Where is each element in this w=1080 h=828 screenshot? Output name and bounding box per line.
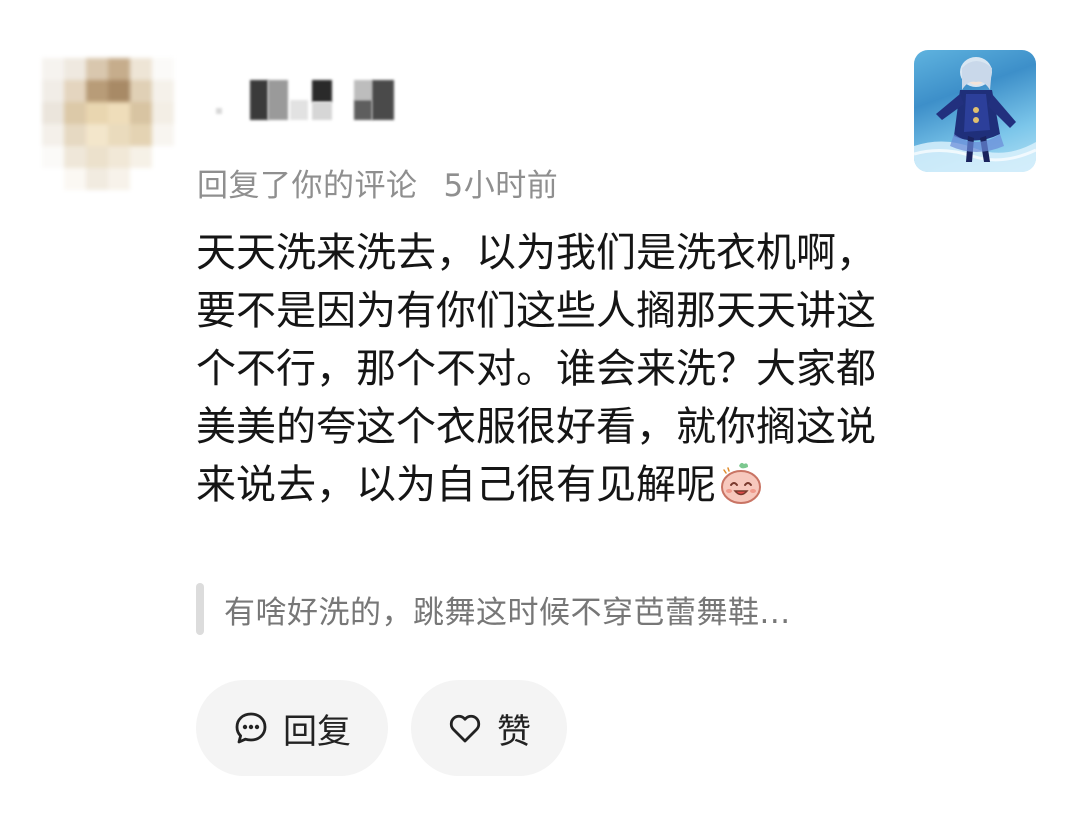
heart-outline-icon (449, 714, 481, 743)
comment-body: 天天洗来洗去，以为我们是洗衣机啊，要不是因为有你们这些人搁那天天讲这个不行，那个… (196, 230, 876, 508)
like-button-label: 赞 (497, 711, 531, 752)
quote-bar (196, 583, 204, 635)
comment-notification-card: 回复了你的评论 5小时前 天天洗来洗去，以为我们是洗衣机啊，要不是因为有你们这些人… (0, 0, 1080, 828)
username-redacted[interactable] (212, 78, 412, 128)
post-thumbnail[interactable] (914, 50, 1036, 172)
quoted-comment-text: 有啥好洗的，跳舞这时候不穿芭蕾舞鞋... (224, 594, 791, 631)
reply-action-label: 回复了你的评论 (197, 168, 418, 204)
smiling-bun-emoji-icon (721, 462, 761, 504)
quoted-original-comment[interactable]: 有啥好洗的，跳舞这时候不穿芭蕾舞鞋... (196, 582, 896, 636)
time-ago: 5小时前 (443, 168, 559, 204)
user-avatar[interactable] (42, 58, 174, 190)
reply-button[interactable]: 回复 (196, 680, 388, 776)
like-button[interactable]: 赞 (411, 680, 567, 776)
comment-text: 天天洗来洗去，以为我们是洗衣机啊，要不是因为有你们这些人搁那天天讲这个不行，那个… (196, 224, 886, 514)
comment-meta: 回复了你的评论 5小时前 (197, 160, 558, 205)
chat-bubble-icon (235, 712, 267, 744)
anime-character-thumbnail-image (914, 57, 1036, 172)
reply-button-label: 回复 (283, 711, 351, 752)
